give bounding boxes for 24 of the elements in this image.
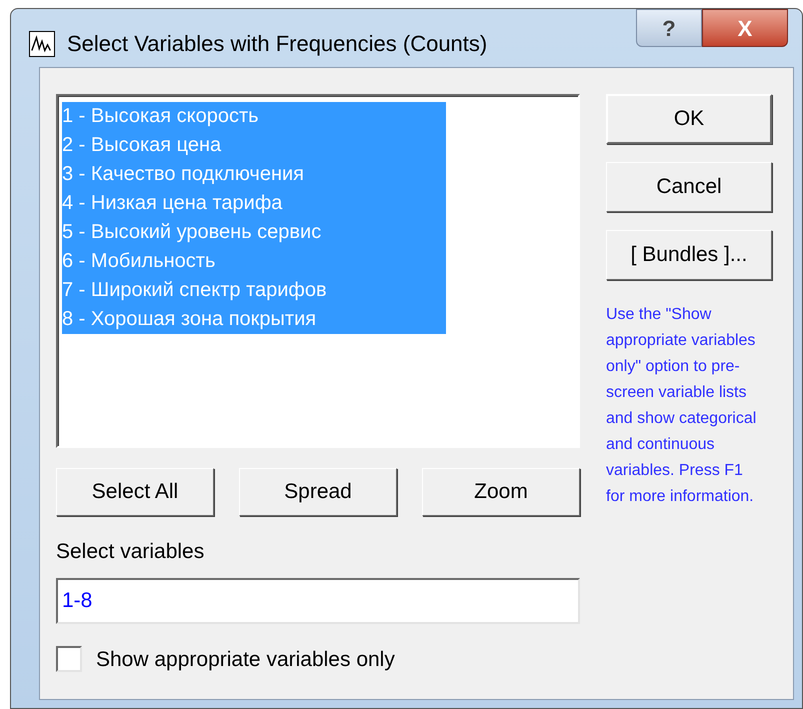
- variable-item[interactable]: 2 - Высокая цена: [62, 131, 446, 160]
- window-title: Select Variables with Frequencies (Counts): [67, 30, 488, 58]
- variable-item[interactable]: 1 - Высокая скорость: [62, 102, 446, 131]
- variable-item[interactable]: 8 - Хорошая зона покрытия: [62, 305, 446, 334]
- side-button[interactable]: OK: [606, 94, 772, 144]
- select-variables-label: Select variables: [56, 539, 206, 565]
- variable-list[interactable]: 1 - Высокая скорость 2 - Высокая цена 3 - Качество подключения 4 - Низкая цена тарифа 5 - Высокий уровень сервис 6 - Мобильность 7 - Широкий спектр тарифов 8 - Хорошая зона покрытия: [56, 94, 580, 448]
- select-variables-field[interactable]: 1-8: [56, 578, 580, 624]
- list-button[interactable]: Zoom: [422, 468, 580, 516]
- list-button[interactable]: Select All: [56, 468, 214, 516]
- side-button[interactable]: Cancel: [606, 162, 772, 212]
- variable-item[interactable]: 3 - Качество подключения: [62, 160, 446, 189]
- variable-item[interactable]: 6 - Мобильность: [62, 247, 446, 276]
- close-button[interactable]: X: [702, 9, 788, 47]
- variable-item[interactable]: 5 - Высокий уровень сервис: [62, 218, 446, 247]
- list-button[interactable]: Spread: [239, 468, 397, 516]
- checkbox-label: Show appropriate variables only: [96, 646, 395, 672]
- help-button[interactable]: ?: [636, 9, 702, 47]
- chart-icon: [29, 30, 55, 56]
- variable-item[interactable]: 7 - Широкий спектр тарифов: [62, 276, 446, 305]
- help-text: Use the "Show appropriate variables only" option to pre-screen variable lists and show categorical and continuous variables. Press F1 for more information.: [606, 305, 758, 507]
- variable-item[interactable]: 4 - Низкая цена тарифа: [62, 189, 446, 218]
- side-button[interactable]: [ Bundles ]...: [606, 230, 772, 280]
- checkbox[interactable]: [56, 646, 82, 672]
